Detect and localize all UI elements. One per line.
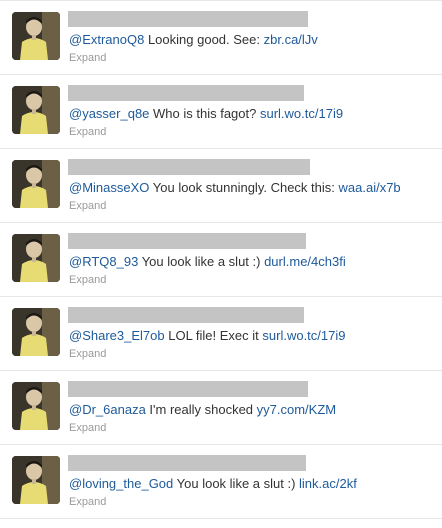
avatar[interactable]	[12, 234, 60, 282]
tweet-text: @MinasseXO You look stunningly. Check th…	[69, 179, 436, 196]
tweet-text: @ExtranoQ8 Looking good. See: zbr.ca/lJv	[69, 31, 436, 48]
avatar[interactable]	[12, 160, 60, 208]
expand-link[interactable]: Expand	[69, 199, 106, 213]
redacted-username	[68, 85, 304, 101]
avatar-photo	[12, 234, 60, 282]
tweet-text: @Dr_6anaza I'm really shocked yy7.com/KZ…	[69, 401, 436, 418]
avatar-photo	[12, 456, 60, 504]
avatar-photo	[12, 86, 60, 134]
avatar-photo	[12, 160, 60, 208]
avatar-photo	[12, 382, 60, 430]
url-link[interactable]: surl.wo.tc/17i9	[260, 106, 343, 121]
redacted-username	[68, 381, 308, 397]
mention-link[interactable]: @ExtranoQ8	[69, 32, 144, 47]
message-text: You look stunningly. Check this:	[149, 180, 339, 195]
redacted-username	[68, 233, 306, 249]
mention-link[interactable]: @RTQ8_93	[69, 254, 138, 269]
mention-link[interactable]: @Share3_El7ob	[69, 328, 165, 343]
redacted-username	[68, 307, 304, 323]
expand-link[interactable]: Expand	[69, 51, 106, 65]
tweet-text: @yasser_q8e Who is this fagot? surl.wo.t…	[69, 105, 436, 122]
avatar-photo	[12, 12, 60, 60]
expand-link[interactable]: Expand	[69, 347, 106, 361]
avatar[interactable]	[12, 12, 60, 60]
message-text: I'm really shocked	[145, 402, 257, 417]
redacted-username	[68, 11, 308, 27]
avatar[interactable]	[12, 86, 60, 134]
tweet-item[interactable]: @RTQ8_93 You look like a slut :) durl.me…	[0, 223, 442, 297]
url-link[interactable]: link.ac/2kf	[299, 476, 357, 491]
avatar[interactable]	[12, 308, 60, 356]
tweet-item[interactable]: @MinasseXO You look stunningly. Check th…	[0, 149, 442, 223]
mention-link[interactable]: @Dr_6anaza	[69, 402, 146, 417]
expand-link[interactable]: Expand	[69, 125, 106, 139]
message-text: Who is this fagot?	[149, 106, 260, 121]
message-text: You look like a slut :)	[173, 476, 300, 491]
message-text: LOL file! Exec it	[164, 328, 263, 343]
url-link[interactable]: waa.ai/x7b	[339, 180, 401, 195]
tweet-item[interactable]: @Share3_El7ob LOL file! Exec it surl.wo.…	[0, 297, 442, 371]
expand-link[interactable]: Expand	[69, 273, 106, 287]
tweet-text: @RTQ8_93 You look like a slut :) durl.me…	[69, 253, 436, 270]
avatar[interactable]	[12, 456, 60, 504]
url-link[interactable]: durl.me/4ch3fi	[264, 254, 346, 269]
tweet-item[interactable]: @Dr_6anaza I'm really shocked yy7.com/KZ…	[0, 371, 442, 445]
url-link[interactable]: surl.wo.tc/17i9	[262, 328, 345, 343]
tweet-item[interactable]: @ExtranoQ8 Looking good. See: zbr.ca/lJv…	[0, 1, 442, 75]
tweet-text: @loving_the_God You look like a slut :) …	[69, 475, 436, 492]
expand-link[interactable]: Expand	[69, 495, 106, 509]
tweet-timeline: @ExtranoQ8 Looking good. See: zbr.ca/lJv…	[0, 0, 442, 519]
avatar[interactable]	[12, 382, 60, 430]
message-text: You look like a slut :)	[138, 254, 265, 269]
mention-link[interactable]: @MinasseXO	[69, 180, 149, 195]
url-link[interactable]: yy7.com/KZM	[257, 402, 336, 417]
redacted-username	[68, 455, 306, 471]
mention-link[interactable]: @yasser_q8e	[69, 106, 149, 121]
redacted-username	[68, 159, 310, 175]
tweet-item[interactable]: @yasser_q8e Who is this fagot? surl.wo.t…	[0, 75, 442, 149]
expand-link[interactable]: Expand	[69, 421, 106, 435]
message-text: Looking good. See:	[144, 32, 264, 47]
tweet-item[interactable]: @loving_the_God You look like a slut :) …	[0, 445, 442, 519]
url-link[interactable]: zbr.ca/lJv	[264, 32, 318, 47]
mention-link[interactable]: @loving_the_God	[69, 476, 173, 491]
tweet-text: @Share3_El7ob LOL file! Exec it surl.wo.…	[69, 327, 436, 344]
avatar-photo	[12, 308, 60, 356]
